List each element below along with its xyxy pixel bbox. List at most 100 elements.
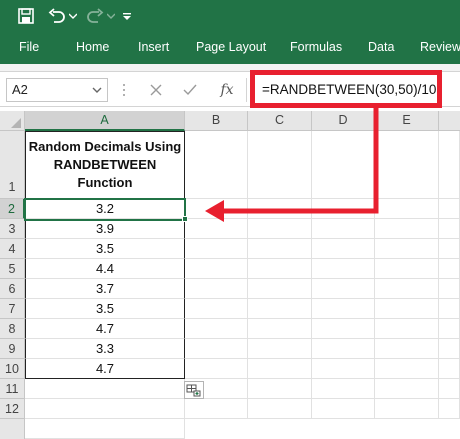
redo-dropdown[interactable] <box>106 0 116 32</box>
cell-f1[interactable] <box>439 131 460 199</box>
cell-e11[interactable] <box>375 379 439 399</box>
column-header-d[interactable]: D <box>312 111 375 131</box>
cell-a6[interactable]: 3.7 <box>25 279 185 299</box>
cell-d1[interactable] <box>312 131 375 199</box>
cell-b5[interactable] <box>185 259 248 279</box>
row-header-5[interactable]: 5 <box>0 259 25 279</box>
cell-f8[interactable] <box>439 319 460 339</box>
cell-d11[interactable] <box>312 379 375 399</box>
cell-d6[interactable] <box>312 279 375 299</box>
chevron-down-icon[interactable] <box>90 82 104 98</box>
cell-d4[interactable] <box>312 239 375 259</box>
undo-dropdown[interactable] <box>68 0 78 32</box>
cell-b2[interactable] <box>185 199 248 219</box>
cell-c4[interactable] <box>248 239 312 259</box>
cell-b1[interactable] <box>185 131 248 199</box>
row-header-11[interactable]: 11 <box>0 379 25 399</box>
cell-d5[interactable] <box>312 259 375 279</box>
row-header-partial[interactable] <box>0 419 25 439</box>
cell-b3[interactable] <box>185 219 248 239</box>
cell-c2[interactable] <box>248 199 312 219</box>
formula-bar-resize-handle[interactable] <box>122 82 126 98</box>
cell-c12[interactable] <box>248 399 312 419</box>
cell-b6[interactable] <box>185 279 248 299</box>
save-icon[interactable] <box>14 0 38 32</box>
cell-f6[interactable] <box>439 279 460 299</box>
cell-b10[interactable] <box>185 359 248 379</box>
cell-f4[interactable] <box>439 239 460 259</box>
cell-e8[interactable] <box>375 319 439 339</box>
cell-d10[interactable] <box>312 359 375 379</box>
row-header-9[interactable]: 9 <box>0 339 25 359</box>
cell-c5[interactable] <box>248 259 312 279</box>
cell-e9[interactable] <box>375 339 439 359</box>
tab-insert[interactable]: Insert <box>138 32 169 64</box>
cell-f7[interactable] <box>439 299 460 319</box>
cell-b4[interactable] <box>185 239 248 259</box>
quick-analysis-icon[interactable] <box>184 381 204 399</box>
cell-e4[interactable] <box>375 239 439 259</box>
cell-f3[interactable] <box>439 219 460 239</box>
cell-a3[interactable]: 3.9 <box>25 219 185 239</box>
cell-d2[interactable] <box>312 199 375 219</box>
cell-a5[interactable]: 4.4 <box>25 259 185 279</box>
cell-c10[interactable] <box>248 359 312 379</box>
cell-b9[interactable] <box>185 339 248 359</box>
cell-e6[interactable] <box>375 279 439 299</box>
cell-d3[interactable] <box>312 219 375 239</box>
cell-c11[interactable] <box>248 379 312 399</box>
cell-c1[interactable] <box>248 131 312 199</box>
cell-d12[interactable] <box>312 399 375 419</box>
cell-e12[interactable] <box>375 399 439 419</box>
cell-a10[interactable]: 4.7 <box>25 359 185 379</box>
cell-f12[interactable] <box>439 399 460 419</box>
cell-b12[interactable] <box>185 399 248 419</box>
row-header-3[interactable]: 3 <box>0 219 25 239</box>
tab-review[interactable]: Review <box>420 32 460 64</box>
cell-a11[interactable] <box>25 379 185 399</box>
column-header-b[interactable]: B <box>185 111 248 131</box>
cell-e2[interactable] <box>375 199 439 219</box>
cell-d8[interactable] <box>312 319 375 339</box>
column-header-a[interactable]: A <box>25 111 185 131</box>
cell-b8[interactable] <box>185 319 248 339</box>
tab-page-layout[interactable]: Page Layout <box>196 32 266 64</box>
cell-f10[interactable] <box>439 359 460 379</box>
cell-c3[interactable] <box>248 219 312 239</box>
row-header-10[interactable]: 10 <box>0 359 25 379</box>
cell-e3[interactable] <box>375 219 439 239</box>
cell-f11[interactable] <box>439 379 460 399</box>
cell-f2[interactable] <box>439 199 460 219</box>
cell-a1[interactable]: Random Decimals Using RANDBETWEEN Functi… <box>25 131 185 199</box>
cell-e5[interactable] <box>375 259 439 279</box>
cell-f5[interactable] <box>439 259 460 279</box>
cell-c8[interactable] <box>248 319 312 339</box>
cell-e7[interactable] <box>375 299 439 319</box>
check-icon[interactable] <box>180 80 200 100</box>
column-header-partial[interactable] <box>439 111 460 131</box>
row-header-7[interactable]: 7 <box>0 299 25 319</box>
cell-c6[interactable] <box>248 279 312 299</box>
customize-quick-access-icon[interactable] <box>120 0 134 32</box>
row-header-2[interactable]: 2 <box>0 199 25 219</box>
cell-a8[interactable]: 4.7 <box>25 319 185 339</box>
cell-e10[interactable] <box>375 359 439 379</box>
cell-a7[interactable]: 3.5 <box>25 299 185 319</box>
cell-c9[interactable] <box>248 339 312 359</box>
cell-b7[interactable] <box>185 299 248 319</box>
row-header-12[interactable]: 12 <box>0 399 25 419</box>
row-header-6[interactable]: 6 <box>0 279 25 299</box>
column-header-c[interactable]: C <box>248 111 312 131</box>
tab-formulas[interactable]: Formulas <box>290 32 342 64</box>
tab-data[interactable]: Data <box>368 32 394 64</box>
tab-home[interactable]: Home <box>76 32 109 64</box>
redo-icon[interactable] <box>84 0 106 32</box>
cell-d9[interactable] <box>312 339 375 359</box>
close-icon[interactable] <box>146 80 166 100</box>
insert-function-icon[interactable]: fx <box>216 80 238 100</box>
cell-f9[interactable] <box>439 339 460 359</box>
cell-a13[interactable] <box>25 419 185 439</box>
row-header-8[interactable]: 8 <box>0 319 25 339</box>
cell-a9[interactable]: 3.3 <box>25 339 185 359</box>
row-header-4[interactable]: 4 <box>0 239 25 259</box>
